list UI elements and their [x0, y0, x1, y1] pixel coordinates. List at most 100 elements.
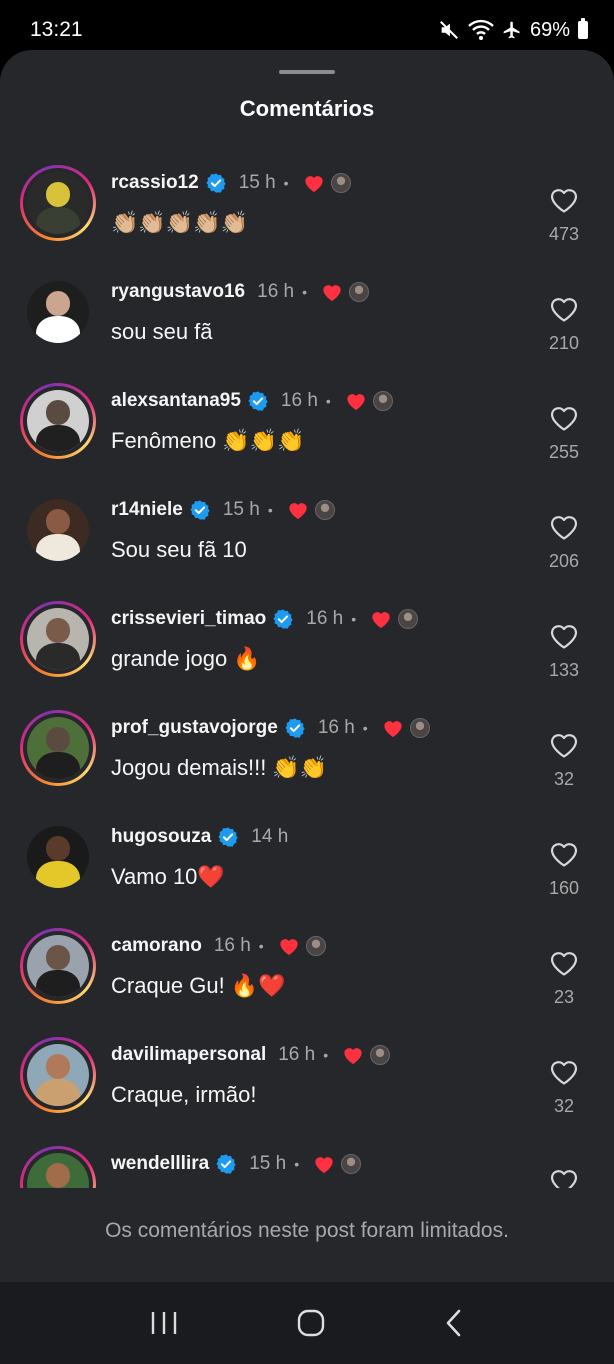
comment-text: Craque, irmão! [111, 1082, 257, 1107]
avatar-story-ring[interactable] [20, 601, 96, 677]
comment-meta: r14niele 15 h • [111, 497, 335, 523]
comment-row[interactable]: crissevieri_timao 16 h • grande jogo 🔥 133 [0, 596, 614, 705]
like-heart-icon[interactable] [549, 1058, 579, 1086]
verified-badge-icon [205, 172, 227, 194]
avatar [27, 281, 89, 343]
mute-icon [438, 19, 460, 41]
comment-row[interactable]: wendelllira 15 h • [0, 1141, 614, 1188]
comment-like-area: 23 [542, 949, 586, 1008]
like-count: 133 [548, 660, 580, 680]
avatar-story-ring[interactable] [20, 1037, 96, 1113]
comment-like-area: 32 [542, 1058, 586, 1117]
recent-apps-icon[interactable] [149, 1310, 179, 1336]
comment-meta: ryangustavo16 16 h • [111, 279, 370, 305]
wifi-icon [468, 19, 494, 41]
creator-liked-heart-icon [287, 500, 309, 520]
avatar-story-ring[interactable] [20, 165, 96, 241]
avatar-frame [27, 281, 89, 343]
like-count: 23 [553, 987, 575, 1007]
avatar-body-shape [35, 315, 81, 343]
separator-dot: • [351, 611, 357, 627]
avatar [27, 935, 89, 997]
avatar-story-ring[interactable] [20, 710, 96, 786]
like-heart-icon[interactable] [549, 731, 579, 759]
comments-list[interactable]: rcassio12 15 h • 👏🏼👏🏼👏🏼👏🏼👏🏼 473 ryangustavo16… [0, 160, 614, 1188]
username[interactable]: hugosouza [111, 826, 211, 848]
home-icon[interactable] [296, 1308, 326, 1338]
username[interactable]: camorano [111, 935, 202, 957]
avatar [27, 499, 89, 561]
creator-liked-heart-icon [303, 173, 325, 193]
like-heart-icon[interactable] [549, 295, 579, 323]
avatar-wrapper[interactable] [20, 492, 96, 568]
avatar-wrapper[interactable] [20, 819, 96, 895]
comment-time: 16 h [306, 608, 344, 629]
comment-row[interactable]: rcassio12 15 h • 👏🏼👏🏼👏🏼👏🏼👏🏼 473 [0, 160, 614, 269]
separator-dot: • [283, 175, 289, 191]
back-icon[interactable] [443, 1308, 465, 1338]
avatar-head-shape [45, 944, 71, 970]
like-count: 160 [548, 878, 580, 898]
comment-row[interactable]: hugosouza 14 h Vamo 10❤️ 160 [0, 814, 614, 923]
comment-text: Sou seu fã 10 [111, 537, 247, 562]
username[interactable]: wendelllira [111, 1153, 209, 1175]
like-count: 32 [553, 769, 575, 789]
avatar [27, 1153, 89, 1188]
like-heart-icon[interactable] [549, 1167, 579, 1188]
avatar-body-shape [35, 424, 81, 452]
comment-row[interactable]: davilimapersonal 16 h • Craque, irmão! 32 [0, 1032, 614, 1141]
creator-mini-avatar [330, 173, 351, 193]
like-heart-icon[interactable] [549, 622, 579, 650]
separator-dot: • [302, 284, 308, 300]
comment-time: 15 h [222, 499, 260, 520]
comment-row[interactable]: alexsantana95 16 h • Fenômeno 👏👏👏 255 [0, 378, 614, 487]
username[interactable]: ryangustavo16 [111, 281, 245, 303]
comment-like-area: 32 [542, 731, 586, 790]
comment-row[interactable]: r14niele 15 h • Sou seu fã 10 206 [0, 487, 614, 596]
verified-badge-icon [189, 499, 211, 521]
avatar-head-shape [45, 726, 71, 752]
creator-liked-heart-icon [321, 282, 343, 302]
comment-meta: wendelllira 15 h • [111, 1151, 362, 1177]
username[interactable]: crissevieri_timao [111, 608, 266, 630]
avatar-story-ring[interactable] [20, 1146, 96, 1188]
comment-row[interactable]: camorano 16 h • Craque Gu! 🔥❤️ 23 [0, 923, 614, 1032]
drag-handle[interactable] [279, 70, 335, 74]
verified-badge-icon [217, 826, 239, 848]
like-heart-icon[interactable] [549, 186, 579, 214]
comment-time: 16 h [280, 390, 318, 411]
avatar [27, 608, 89, 670]
like-heart-icon[interactable] [549, 513, 579, 541]
avatar-body-shape [35, 860, 81, 888]
like-count: 210 [548, 333, 580, 353]
username[interactable]: alexsantana95 [111, 390, 241, 412]
username[interactable]: r14niele [111, 499, 183, 521]
like-count: 32 [553, 1096, 575, 1116]
comment-time: 15 h [249, 1153, 287, 1174]
verified-badge-icon [247, 390, 269, 412]
creator-liked-heart-icon [345, 391, 367, 411]
like-heart-icon[interactable] [549, 949, 579, 977]
avatar-story-ring[interactable] [20, 383, 96, 459]
comment-meta: prof_gustavojorge 16 h • [111, 715, 430, 741]
username[interactable]: rcassio12 [111, 172, 199, 194]
comment-row[interactable]: ryangustavo16 16 h • sou seu fã 210 [0, 269, 614, 378]
separator-dot: • [294, 1156, 300, 1172]
avatar-head-shape [45, 399, 71, 425]
creator-mini-avatar [409, 718, 430, 738]
username[interactable]: prof_gustavojorge [111, 717, 278, 739]
avatar-body-shape [35, 751, 81, 779]
avatar-head-shape [45, 1053, 71, 1079]
comment-like-area: 206 [542, 513, 586, 572]
creator-mini-avatar [305, 936, 326, 956]
comment-row[interactable]: prof_gustavojorge 16 h • Jogou demais!!! 👏👏… [0, 705, 614, 814]
creator-liked-heart-icon [370, 609, 392, 629]
creator-mini-avatar [370, 1045, 391, 1065]
avatar [27, 390, 89, 452]
username[interactable]: davilimapersonal [111, 1044, 266, 1066]
avatar-story-ring[interactable] [20, 928, 96, 1004]
avatar-wrapper[interactable] [20, 274, 96, 350]
creator-liked-heart-icon [382, 718, 404, 738]
like-heart-icon[interactable] [549, 404, 579, 432]
like-heart-icon[interactable] [549, 840, 579, 868]
